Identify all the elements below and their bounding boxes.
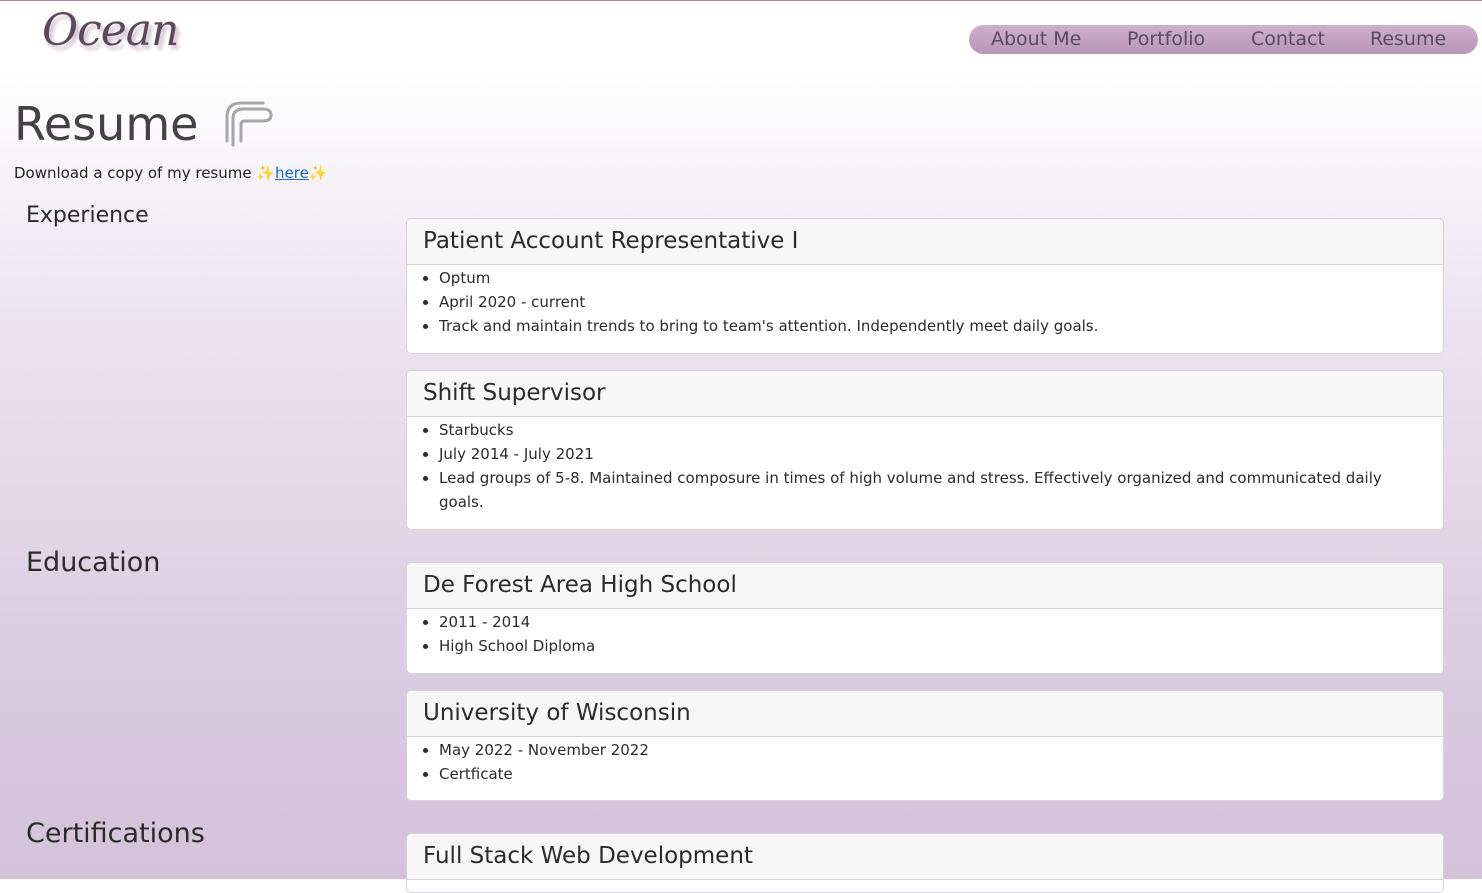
page-title: Resume (14, 97, 199, 151)
list-item: May 2022 - November 2022 (439, 738, 1427, 762)
sparkle-icon: ✨ (256, 164, 276, 182)
download-resume-text: Download a copy of my resume ✨here✨ (14, 164, 328, 182)
section-title-experience: Experience (26, 203, 149, 228)
certification-card: Full Stack Web Development (406, 833, 1444, 893)
experience-card: Patient Account Representative I Optum A… (406, 218, 1444, 354)
card-title: Shift Supervisor (407, 371, 1443, 417)
list-item: Lead groups of 5-8. Maintained composure… (439, 466, 1427, 514)
card-details: May 2022 - November 2022 Certficate (407, 737, 1443, 800)
list-item: Starbucks (439, 418, 1427, 442)
nav-resume[interactable]: Resume (1370, 28, 1446, 50)
list-item: Optum (439, 266, 1427, 290)
education-card: University of Wisconsin May 2022 - Novem… (406, 690, 1444, 801)
list-item: April 2020 - current (439, 290, 1427, 314)
card-title: Full Stack Web Development (407, 834, 1443, 880)
paperclip-icon (223, 101, 275, 153)
experience-card: Shift Supervisor Starbucks July 2014 - J… (406, 370, 1444, 530)
card-title: De Forest Area High School (407, 563, 1443, 609)
nav-portfolio[interactable]: Portfolio (1127, 28, 1205, 50)
card-details: Starbucks July 2014 - July 2021 Lead gro… (407, 417, 1443, 528)
site-logo[interactable]: Ocean (42, 5, 179, 56)
list-item: Certficate (439, 762, 1427, 786)
list-item: High School Diploma (439, 634, 1427, 658)
nav-about-me[interactable]: About Me (991, 28, 1081, 50)
sparkle-icon: ✨ (308, 164, 328, 182)
card-title: University of Wisconsin (407, 691, 1443, 737)
main-nav: About Me Portfolio Contact Resume (969, 25, 1478, 54)
card-title: Patient Account Representative I (407, 219, 1443, 265)
card-details: 2011 - 2014 High School Diploma (407, 609, 1443, 672)
section-title-education: Education (26, 547, 161, 578)
card-details: Optum April 2020 - current Track and mai… (407, 265, 1443, 352)
list-item: Track and maintain trends to bring to te… (439, 314, 1427, 338)
list-item: July 2014 - July 2021 (439, 442, 1427, 466)
education-card: De Forest Area High School 2011 - 2014 H… (406, 562, 1444, 674)
nav-contact[interactable]: Contact (1251, 28, 1325, 50)
download-label: Download a copy of my resume (14, 164, 257, 182)
download-resume-link[interactable]: here (275, 164, 309, 182)
list-item: 2011 - 2014 (439, 610, 1427, 634)
section-title-certifications: Certifications (26, 818, 205, 849)
